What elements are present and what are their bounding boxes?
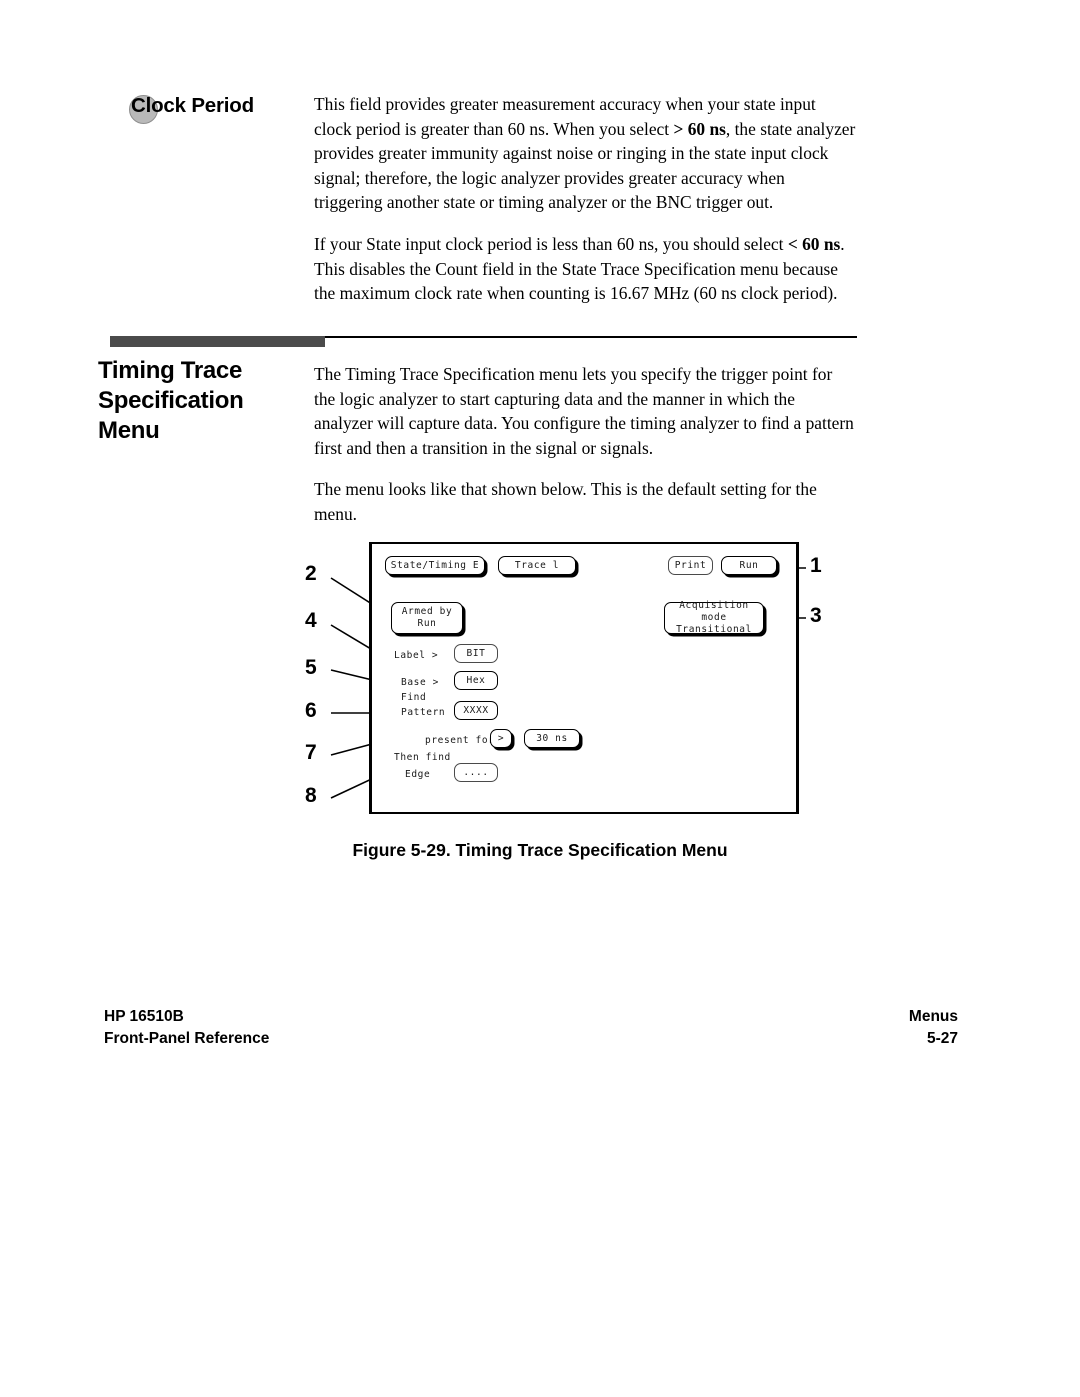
clock-period-paragraph-1: This field provides greater measurement … xyxy=(314,92,856,215)
label-field-value-button[interactable]: BIT xyxy=(454,644,498,663)
run-button[interactable]: Run xyxy=(721,556,777,575)
cp-p2-bold: < 60 ns xyxy=(787,233,841,254)
footer-right: Menus 5-27 xyxy=(909,1006,958,1050)
present-for-value-button[interactable]: 30 ns xyxy=(524,729,580,748)
clock-period-paragraph-2: If your State input clock period is less… xyxy=(314,232,856,306)
label-field-label: Label > xyxy=(394,650,439,661)
section-heading: Timing Trace Specification Menu xyxy=(98,357,244,444)
clock-period-body: This field provides greater measurement … xyxy=(314,92,856,323)
callout-3: 3 xyxy=(810,604,822,627)
footer-left: HP 16510B Front-Panel Reference xyxy=(104,1006,269,1050)
document-page: Clock Period This field provides greater… xyxy=(0,0,1080,1397)
footer-page-number: 5-27 xyxy=(926,1030,958,1047)
section-divider-thick xyxy=(110,336,325,347)
present-for-operator-button[interactable]: > xyxy=(490,729,512,748)
section-paragraph-1: The Timing Trace Specification menu lets… xyxy=(314,364,854,458)
pattern-field-label: Pattern xyxy=(401,707,446,718)
timing-trace-menu-panel: State/Timing E Trace l Print Run Armed b… xyxy=(370,542,798,814)
pattern-field-value-button[interactable]: XXXX xyxy=(454,701,498,720)
cp-p1-bold: > 60 ns xyxy=(673,118,726,139)
armed-by-field[interactable]: Armed by Run xyxy=(391,602,463,634)
acquisition-mode-value: Transitional xyxy=(676,624,752,635)
section-body: The Timing Trace Specification menu lets… xyxy=(314,362,856,544)
acquisition-mode-field[interactable]: Acquisition mode Transitional xyxy=(664,600,764,635)
armed-by-value: Run xyxy=(417,618,437,629)
callout-1: 1 xyxy=(810,554,822,577)
cp-p2-part-a: If your State input clock period is less… xyxy=(314,233,788,254)
trace-button[interactable]: Trace l xyxy=(498,556,576,575)
callout-4: 4 xyxy=(305,609,317,632)
present-for-label: present for xyxy=(425,735,495,746)
callout-2: 2 xyxy=(305,562,317,585)
figure-caption: Figure 5-29. Timing Trace Specification … xyxy=(352,840,728,860)
callout-7: 7 xyxy=(305,741,317,764)
footer-manual-name: Front-Panel Reference xyxy=(104,1030,270,1047)
callout-5: 5 xyxy=(305,656,317,679)
edge-field-label: Edge xyxy=(405,769,431,780)
clock-period-term: Clock Period xyxy=(131,94,254,117)
acquisition-mode-label: Acquisition mode xyxy=(679,600,749,623)
footer-product-name: HP 16510B xyxy=(104,1008,184,1025)
edge-field-value-button[interactable]: .... xyxy=(454,763,498,782)
section-paragraph-2: The menu looks like that shown below. Th… xyxy=(314,479,817,524)
callout-8: 8 xyxy=(305,784,317,807)
footer-chapter-name: Menus xyxy=(908,1008,958,1025)
find-text: Find xyxy=(401,692,427,703)
section-divider-thin xyxy=(325,336,857,338)
armed-by-label: Armed by xyxy=(401,606,453,617)
state-timing-button[interactable]: State/Timing E xyxy=(385,556,485,575)
print-button[interactable]: Print xyxy=(668,556,713,575)
base-field-label: Base > xyxy=(401,677,439,688)
base-field-value-button[interactable]: Hex xyxy=(454,671,498,690)
callout-6: 6 xyxy=(305,699,317,722)
then-find-text: Then find xyxy=(394,752,451,763)
